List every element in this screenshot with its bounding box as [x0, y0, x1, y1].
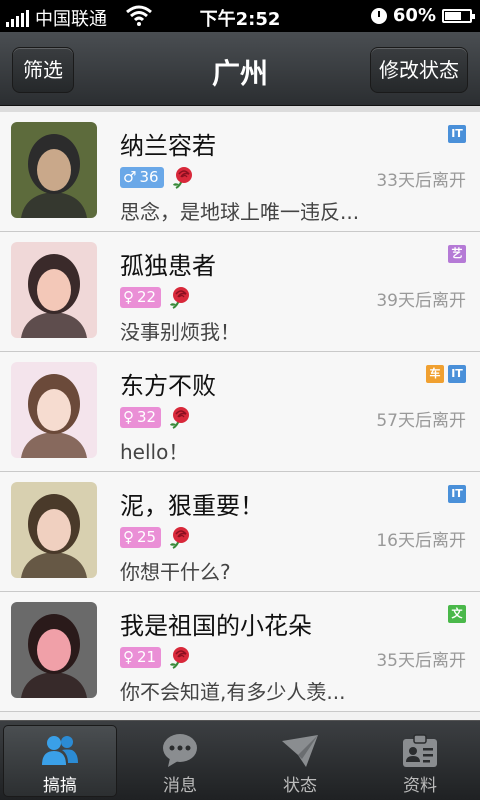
user-name: 孤独患者 [120, 252, 216, 280]
avatar[interactable] [11, 122, 97, 218]
user-signature: hello！ [120, 440, 189, 464]
gender-age-badge: ♀ 21 [120, 646, 162, 668]
user-name: 纳兰容若 [120, 132, 216, 160]
list-item[interactable]: 纳兰容若 ♂ 36 思念，是地球上唯一违反... IT 33天后离开 [0, 112, 480, 232]
tab-label: 资料 [403, 776, 437, 796]
user-name: 泥，狠重要！ [120, 492, 264, 520]
user-signature: 思念，是地球上唯一违反... [120, 200, 360, 224]
navigation-bar: 筛选 广州 修改状态 [0, 32, 480, 106]
interest-tag-icon: IT [448, 125, 466, 143]
user-signature: 你不会知道,有多少人羡... [120, 680, 346, 704]
tab-label: 状态 [283, 776, 317, 796]
battery-percent: 60% [392, 5, 436, 26]
list-item[interactable]: 东方不败 ♀ 32 hello！ 车 IT 57天后离开 [0, 352, 480, 472]
age-value: 32 [137, 407, 157, 426]
interest-tag-icon: IT [448, 365, 466, 383]
list-item[interactable]: 我是祖国的小花朵 ♀ 21 你不会知道,有多少人羡... 文 35天后离开 [0, 592, 480, 712]
leave-time: 35天后离开 [376, 651, 466, 671]
age-value: 36 [139, 167, 159, 186]
age-value: 21 [137, 647, 157, 666]
gender-icon: ♀ [123, 407, 134, 426]
tab-messages[interactable]: 消息 [120, 721, 240, 800]
battery-icon [442, 8, 475, 23]
rose-icon [170, 407, 190, 429]
alarm-clock-icon [370, 7, 387, 24]
list-item[interactable]: 孤独患者 ♀ 22 没事别烦我！ 艺 39天后离开 [0, 232, 480, 352]
badge-line: ♀ 22 [120, 284, 193, 310]
battery-group: 60% [370, 5, 475, 26]
badge-line: ♀ 32 [120, 404, 193, 430]
age-value: 22 [137, 287, 157, 306]
list-item[interactable]: 泥，狠重要！ ♀ 25 你想干什么? IT 16天后离开 [0, 472, 480, 592]
age-value: 25 [137, 527, 157, 546]
gender-icon: ♂ [123, 167, 137, 186]
badge-line: ♀ 21 [120, 644, 193, 670]
user-signature: 没事别烦我！ [120, 320, 240, 344]
gender-age-badge: ♂ 36 [120, 166, 164, 188]
people-icon [42, 736, 78, 765]
tag-group: IT [448, 125, 466, 143]
user-name: 东方不败 [120, 372, 216, 400]
rose-icon [172, 167, 192, 189]
tab-label: 消息 [163, 776, 197, 796]
badge-line: ♂ 36 [120, 164, 196, 190]
tab-profile[interactable]: 资料 [360, 721, 480, 800]
tag-group: 艺 [448, 245, 466, 263]
rose-icon [170, 647, 190, 669]
tag-group: 车 IT [426, 365, 466, 383]
gender-age-badge: ♀ 22 [120, 286, 162, 308]
interest-tag-icon: 车 [426, 365, 444, 383]
user-name: 我是祖国的小花朵 [120, 612, 312, 640]
interest-tag-icon: 文 [448, 605, 466, 623]
rose-icon [170, 527, 190, 549]
avatar[interactable] [11, 602, 97, 698]
tab-bar: 搞搞 消息 状态 资料 [0, 720, 480, 800]
chat-bubble-icon [163, 734, 197, 767]
leave-time: 57天后离开 [376, 411, 466, 431]
user-list[interactable]: 纳兰容若 ♂ 36 思念，是地球上唯一违反... IT 33天后离开 孤独患者 ♀ 22 没事别烦… [0, 106, 480, 720]
tab-label: 搞搞 [43, 776, 77, 796]
avatar[interactable] [11, 242, 97, 338]
badge-line: ♀ 25 [120, 524, 193, 550]
interest-tag-icon: 艺 [448, 245, 466, 263]
tab-status[interactable]: 状态 [240, 721, 360, 800]
gender-icon: ♀ [123, 287, 134, 306]
leave-time: 39天后离开 [376, 291, 466, 311]
gender-icon: ♀ [123, 647, 134, 666]
profile-card-icon [403, 734, 437, 767]
gender-age-badge: ♀ 32 [120, 406, 162, 428]
status-bar: 中国联通 下午2:52 60% [0, 0, 480, 32]
gender-age-badge: ♀ 25 [120, 526, 162, 548]
leave-time: 33天后离开 [376, 171, 466, 191]
rose-icon [170, 287, 190, 309]
user-signature: 你想干什么? [120, 560, 231, 584]
interest-tag-icon: IT [448, 485, 466, 503]
gender-icon: ♀ [123, 527, 134, 546]
tag-group: IT [448, 485, 466, 503]
tab-gaogao[interactable]: 搞搞 [0, 721, 120, 800]
tag-group: 文 [448, 605, 466, 623]
avatar[interactable] [11, 362, 97, 458]
avatar[interactable] [11, 482, 97, 578]
edit-status-button[interactable]: 修改状态 [370, 47, 468, 93]
leave-time: 16天后离开 [376, 531, 466, 551]
paper-plane-icon [282, 735, 318, 767]
